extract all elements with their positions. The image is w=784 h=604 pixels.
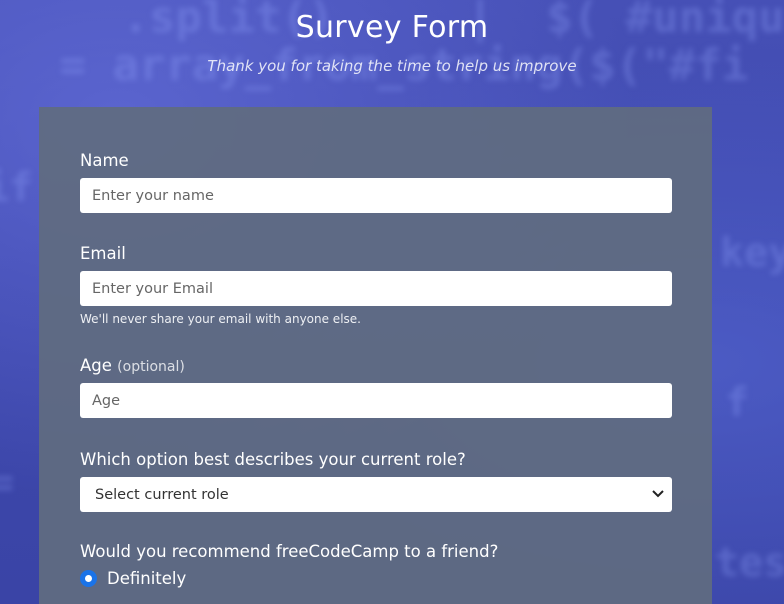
chevron-down-icon (652, 488, 664, 501)
survey-form-card: Name Enter your name Email Enter your Em… (39, 107, 712, 604)
recommend-label: Would you recommend freeCodeCamp to a fr… (80, 542, 499, 561)
role-select[interactable]: Select current role (80, 477, 672, 512)
recommend-field-group: Would you recommend freeCodeCamp to a fr… (80, 542, 672, 588)
radio-definitely[interactable]: Definitely (80, 569, 672, 588)
email-input[interactable]: Enter your Email (80, 271, 672, 306)
role-label: Which option best describes your current… (80, 450, 466, 469)
email-hint: We'll never share your email with anyone… (80, 312, 361, 326)
role-field-group: Which option best describes your current… (80, 450, 672, 512)
name-field-group: Name Enter your name (80, 151, 672, 213)
age-label-text: Age (80, 356, 112, 375)
radio-button-checked[interactable] (80, 570, 97, 587)
email-field-group: Email Enter your Email We'll never share… (80, 244, 672, 326)
age-label: Age (optional) (80, 356, 672, 375)
page-title: Survey Form (295, 10, 489, 45)
page-subtitle: Thank you for taking the time to help us… (207, 57, 577, 75)
role-select-value: Select current role (95, 486, 229, 503)
page-header: Survey Form Thank you for taking the tim… (0, 10, 784, 75)
radio-definitely-label: Definitely (107, 569, 187, 588)
age-field-group: Age (optional) Age (80, 356, 672, 418)
email-label: Email (80, 244, 126, 263)
name-input[interactable]: Enter your name (80, 178, 672, 213)
name-label: Name (80, 151, 129, 170)
age-optional-text: (optional) (117, 359, 185, 375)
age-input[interactable]: Age (80, 383, 672, 418)
